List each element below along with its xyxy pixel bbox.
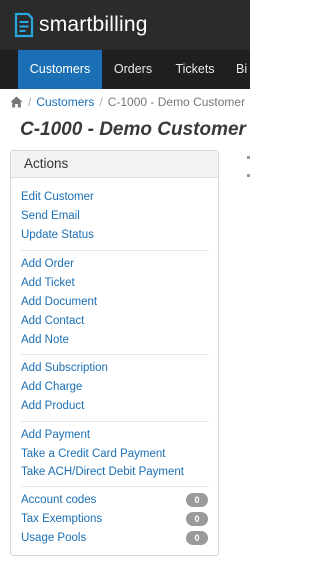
update-status-link[interactable]: Update Status xyxy=(21,229,94,241)
app-logo[interactable]: smartbilling xyxy=(14,12,148,38)
divider xyxy=(21,250,209,251)
logo-text: smartbilling xyxy=(39,13,148,36)
top-bar: smartbilling xyxy=(0,0,250,50)
add-note-link[interactable]: Add Note xyxy=(21,334,69,346)
edit-customer-link[interactable]: Edit Customer xyxy=(21,191,94,203)
add-product-link[interactable]: Add Product xyxy=(21,400,84,412)
clipped-content-mark xyxy=(247,156,250,159)
add-document-link[interactable]: Add Document xyxy=(21,296,97,308)
tax-exemptions-link[interactable]: Tax Exemptions xyxy=(21,513,102,525)
usage-pools-link[interactable]: Usage Pools xyxy=(21,532,86,544)
usage-pools-count-badge: 0 xyxy=(186,531,208,545)
actions-panel-heading: Actions xyxy=(11,151,218,178)
nav-item-billing[interactable]: Bi xyxy=(236,50,250,89)
nav-item-orders[interactable]: Orders xyxy=(104,50,162,89)
add-charge-link[interactable]: Add Charge xyxy=(21,381,82,393)
divider xyxy=(21,421,209,422)
divider xyxy=(21,486,209,487)
add-ticket-link[interactable]: Add Ticket xyxy=(21,277,75,289)
account-codes-link[interactable]: Account codes xyxy=(21,494,96,506)
credit-card-payment-link[interactable]: Take a Credit Card Payment xyxy=(21,448,165,460)
page-title: C-1000 - Demo Customer xyxy=(20,119,246,140)
ach-payment-link[interactable]: Take ACH/Direct Debit Payment xyxy=(21,466,184,478)
add-payment-link[interactable]: Add Payment xyxy=(21,429,90,441)
breadcrumb-separator: / xyxy=(28,95,32,109)
divider xyxy=(21,354,209,355)
breadcrumb: / Customers / C-1000 - Demo Customer xyxy=(10,94,245,110)
clipped-content-mark xyxy=(247,174,250,177)
add-contact-link[interactable]: Add Contact xyxy=(21,315,84,327)
breadcrumb-customers-link[interactable]: Customers xyxy=(36,95,94,109)
nav-item-tickets[interactable]: Tickets xyxy=(166,50,224,89)
breadcrumb-separator: / xyxy=(99,95,103,109)
account-codes-count-badge: 0 xyxy=(186,493,208,507)
send-email-link[interactable]: Send Email xyxy=(21,210,80,222)
invoice-icon xyxy=(14,12,34,38)
add-order-link[interactable]: Add Order xyxy=(21,258,74,270)
home-icon[interactable] xyxy=(10,96,23,108)
breadcrumb-current: C-1000 - Demo Customer xyxy=(107,95,246,109)
add-subscription-link[interactable]: Add Subscription xyxy=(21,362,108,374)
actions-panel: Actions Edit Customer Send Email Update … xyxy=(10,150,219,556)
tax-exemptions-count-badge: 0 xyxy=(186,512,208,526)
nav-item-customers[interactable]: Customers xyxy=(18,50,102,89)
main-nav: Customers Orders Tickets Bi xyxy=(0,50,250,89)
